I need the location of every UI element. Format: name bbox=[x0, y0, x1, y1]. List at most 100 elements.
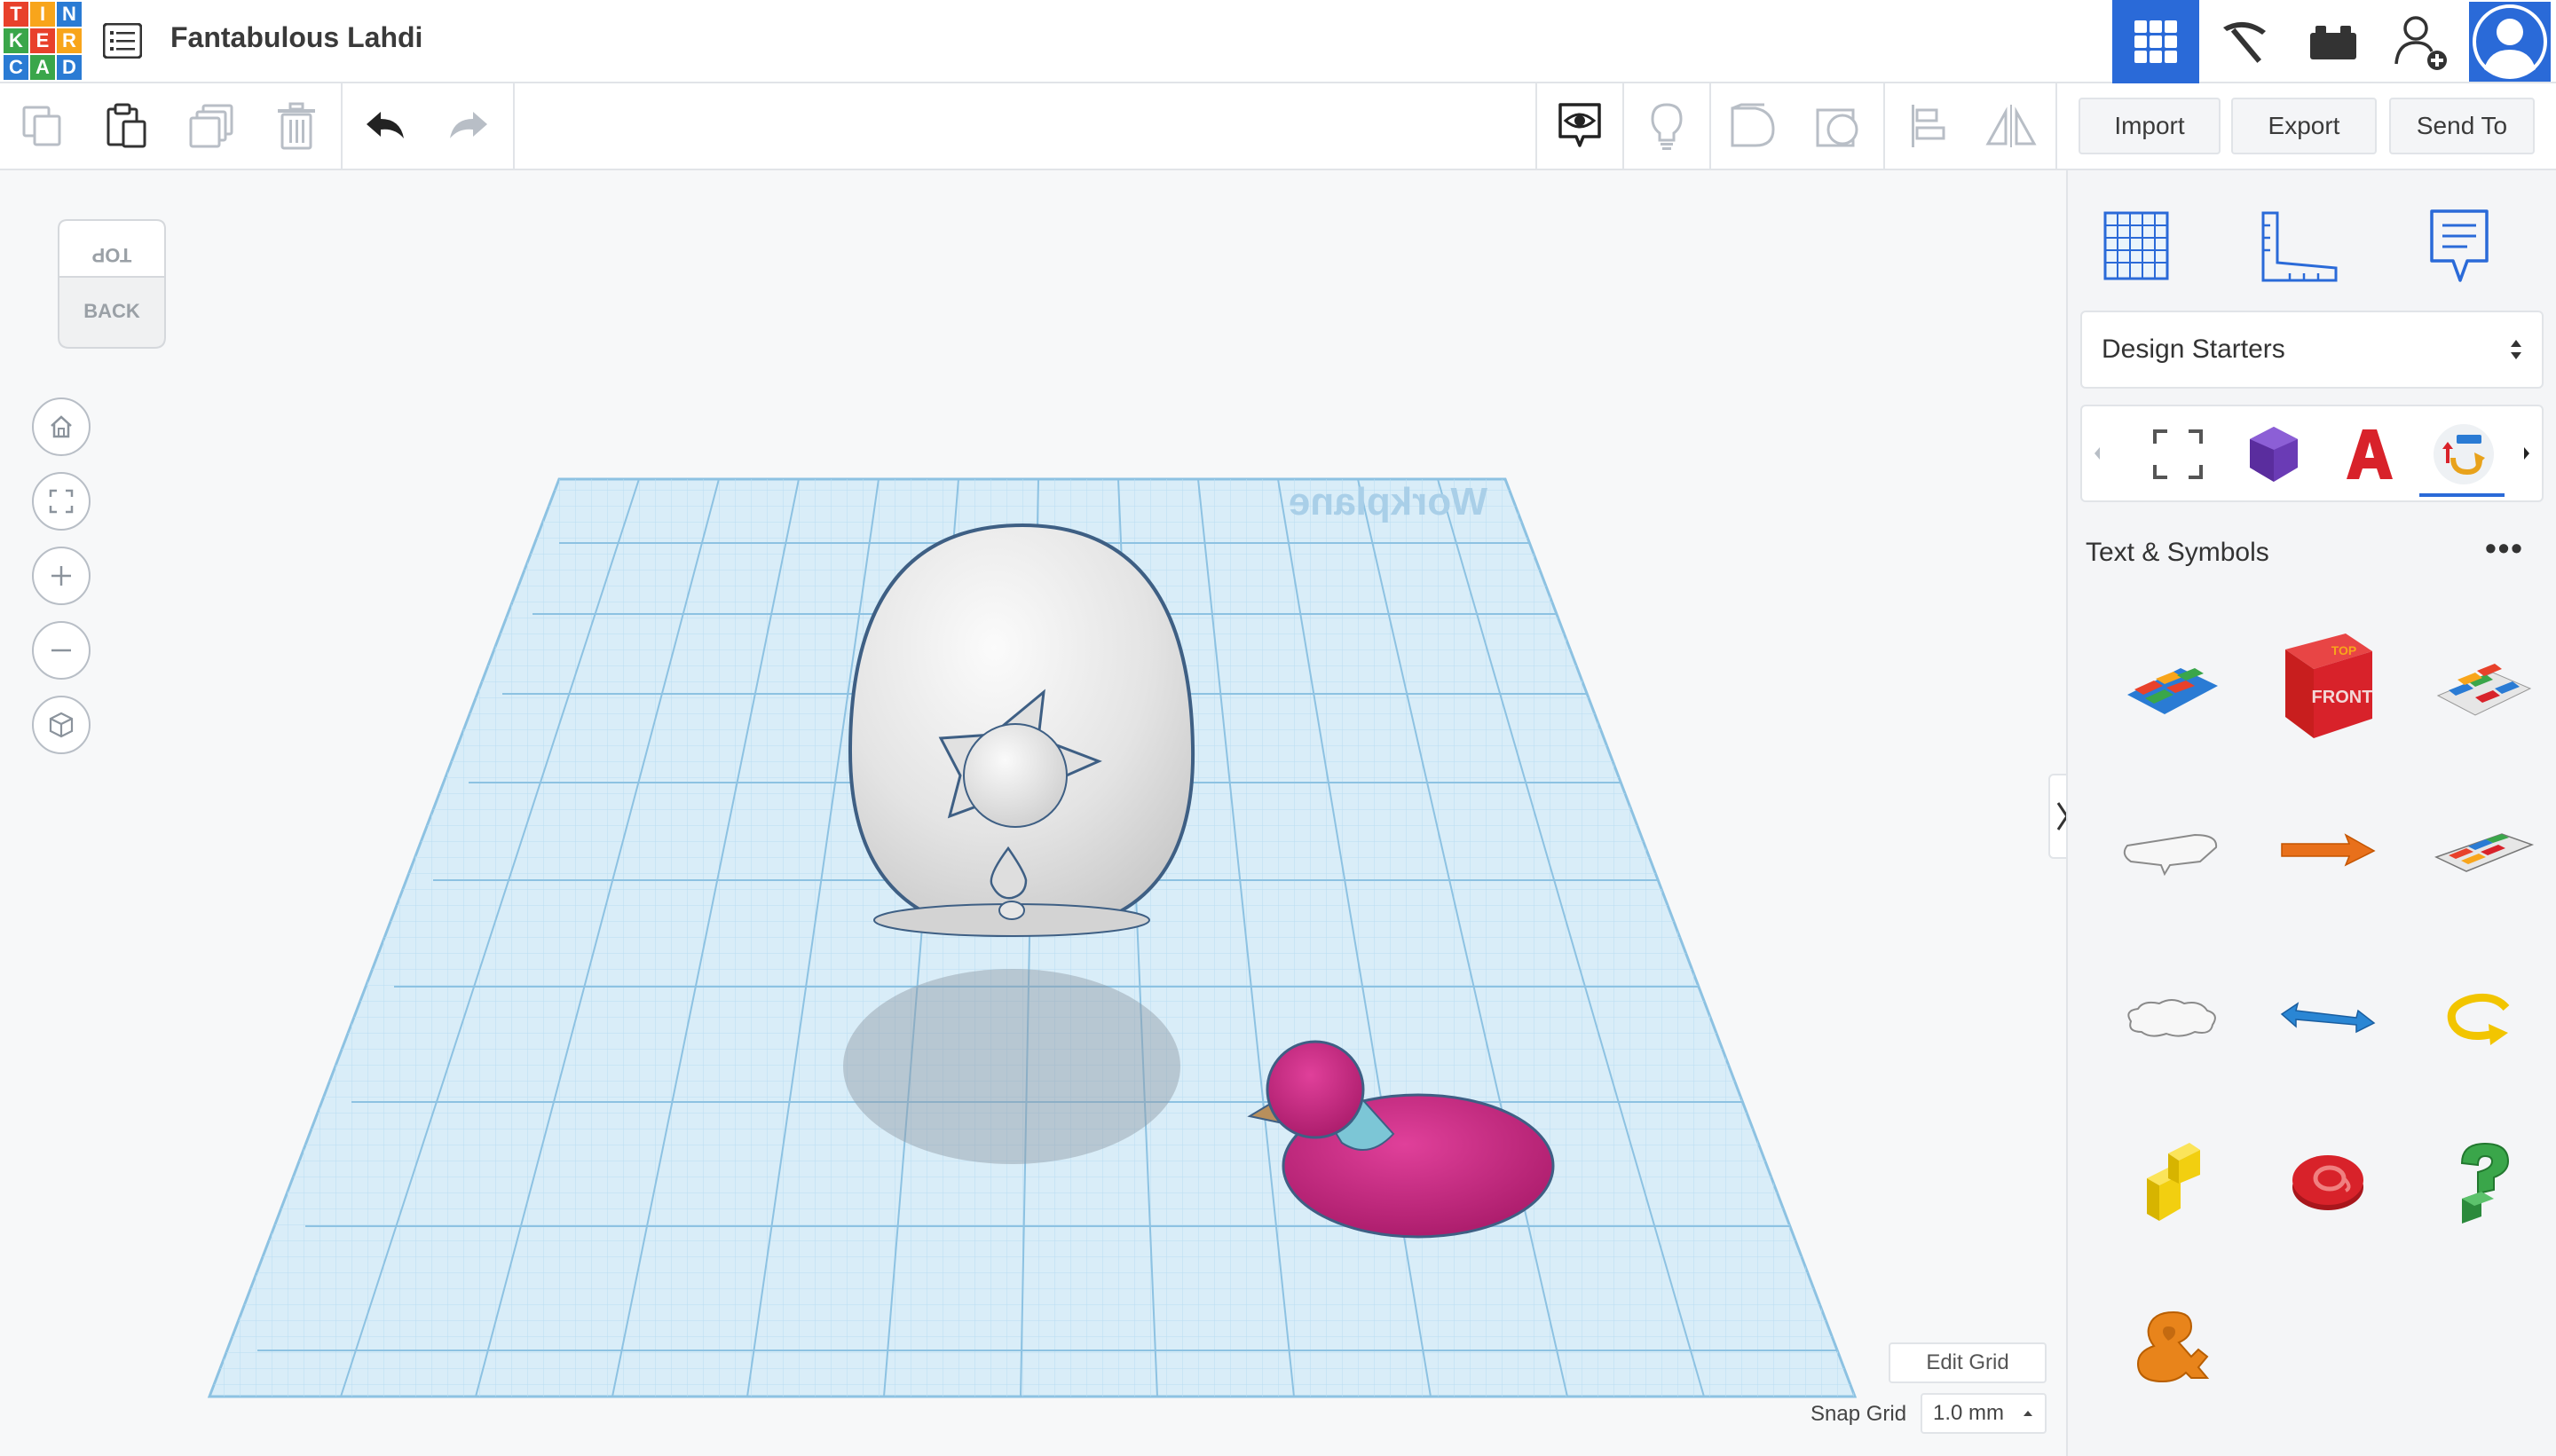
curved-arrow-icon bbox=[2435, 987, 2533, 1049]
toolbar-separator bbox=[1709, 83, 1711, 169]
snap-grid-select[interactable]: 1.0 mm bbox=[1921, 1393, 2047, 1434]
solid-shape-icon bbox=[1729, 103, 1779, 149]
mirror-icon bbox=[1984, 103, 2038, 149]
shape-text-plate[interactable] bbox=[2418, 783, 2551, 916]
workplane-tool-icon bbox=[2100, 208, 2173, 284]
speech-bubble-icon bbox=[2118, 822, 2225, 876]
copy-button[interactable] bbox=[2, 83, 83, 169]
logo-letter: I bbox=[30, 2, 55, 27]
category-basic[interactable] bbox=[2139, 415, 2217, 493]
orange-arrow-icon bbox=[2275, 822, 2381, 876]
align-button[interactable] bbox=[1887, 83, 1968, 169]
hole-shape-button[interactable] bbox=[1798, 83, 1880, 169]
thought-cloud-icon bbox=[2118, 991, 2225, 1044]
perspective-button[interactable] bbox=[32, 696, 91, 754]
tinkercad-logo[interactable]: T I N K E R C A D bbox=[4, 2, 82, 80]
fit-view-button[interactable] bbox=[32, 472, 91, 531]
export-button[interactable]: Export bbox=[2231, 98, 2377, 154]
logo-letter: D bbox=[57, 55, 82, 80]
avatar-icon bbox=[2472, 4, 2548, 80]
bricks-view-button[interactable] bbox=[2290, 0, 2377, 83]
shape-double-arrow[interactable] bbox=[2261, 951, 2394, 1084]
toolbar-separator bbox=[513, 83, 515, 169]
design-title[interactable]: Fantabulous Lahdi bbox=[170, 21, 422, 54]
delete-button[interactable] bbox=[256, 83, 337, 169]
toolbar-separator bbox=[1622, 83, 1624, 169]
category-text[interactable] bbox=[2331, 415, 2409, 493]
carousel-prev-icon[interactable] bbox=[2091, 444, 2103, 463]
zoom-in-icon bbox=[48, 563, 75, 589]
notes-tool-button[interactable] bbox=[2410, 197, 2508, 295]
mirror-button[interactable] bbox=[1970, 83, 2052, 169]
fit-view-icon bbox=[48, 488, 75, 515]
user-avatar[interactable] bbox=[2469, 2, 2551, 82]
invite-user-button[interactable] bbox=[2378, 0, 2465, 83]
home-view-button[interactable] bbox=[32, 397, 91, 456]
workplane-scene[interactable]: Workplane bbox=[0, 170, 2066, 1456]
more-options-button[interactable]: ••• bbox=[2476, 529, 2533, 568]
shape-alphabet-blocks[interactable] bbox=[2418, 619, 2551, 752]
sort-arrows-icon bbox=[2508, 336, 2524, 363]
egg-shape[interactable] bbox=[850, 525, 1193, 936]
shape-front-cube[interactable]: TOP FRONT bbox=[2261, 619, 2394, 752]
view-cube[interactable]: TOP BACK bbox=[53, 215, 170, 357]
egg-shadow bbox=[843, 969, 1180, 1164]
solid-shape-button[interactable] bbox=[1713, 83, 1795, 169]
import-button[interactable]: Import bbox=[2079, 98, 2221, 154]
delete-icon bbox=[276, 102, 317, 150]
shape-at-sign[interactable] bbox=[2261, 1114, 2394, 1247]
category-text-symbols[interactable] bbox=[2425, 415, 2503, 493]
3d-design-view-button[interactable] bbox=[2112, 0, 2199, 83]
category-featured[interactable] bbox=[2235, 415, 2313, 493]
shape-curved-arrow[interactable] bbox=[2418, 951, 2551, 1084]
toolbar-separator bbox=[2055, 83, 2057, 169]
category-carousel bbox=[2080, 405, 2544, 502]
cube-top-text: TOP bbox=[2331, 643, 2357, 657]
selection-icon bbox=[2151, 428, 2205, 481]
ruler-tool-icon bbox=[2260, 209, 2339, 282]
shape-tinkercad-text[interactable] bbox=[2105, 619, 2238, 752]
text-plate-icon bbox=[2431, 818, 2537, 880]
redo-button[interactable] bbox=[428, 83, 509, 169]
shape-yellow-block[interactable] bbox=[2105, 1114, 2238, 1247]
send-to-button[interactable]: Send To bbox=[2389, 98, 2535, 154]
light-bulb-button[interactable] bbox=[1626, 83, 1708, 169]
logo-letter: N bbox=[57, 2, 82, 27]
zoom-in-button[interactable] bbox=[32, 547, 91, 605]
shape-orange-arrow[interactable] bbox=[2261, 783, 2394, 916]
hole-shape-icon bbox=[1814, 103, 1864, 149]
minecraft-view-button[interactable] bbox=[2201, 0, 2288, 83]
workplane-tool-button[interactable] bbox=[2087, 197, 2185, 295]
undo-button[interactable] bbox=[344, 83, 426, 169]
toolbar-separator bbox=[341, 83, 343, 169]
home-view-icon bbox=[48, 413, 75, 440]
viewcube-top-label: TOP bbox=[92, 244, 132, 266]
question-mark-icon bbox=[2444, 1137, 2524, 1225]
rotate-arrow-icon bbox=[2432, 422, 2496, 486]
shape-ampersand[interactable] bbox=[2105, 1279, 2238, 1413]
library-select[interactable]: Design Starters bbox=[2080, 311, 2544, 389]
shape-question-mark[interactable] bbox=[2418, 1114, 2551, 1247]
zoom-out-button[interactable] bbox=[32, 621, 91, 680]
edit-grid-button[interactable]: Edit Grid bbox=[1889, 1342, 2047, 1383]
design-menu-button[interactable] bbox=[99, 18, 146, 64]
ampersand-icon bbox=[2127, 1302, 2216, 1390]
duplicate-button[interactable] bbox=[170, 83, 252, 169]
carousel-next-icon[interactable] bbox=[2520, 444, 2533, 463]
snap-grid-label: Snap Grid bbox=[1810, 1402, 1906, 1427]
shape-speech-bubble[interactable] bbox=[2105, 783, 2238, 916]
grid-view-icon bbox=[2133, 19, 2179, 65]
notes-visibility-icon bbox=[1557, 101, 1603, 151]
front-cube-icon: TOP FRONT bbox=[2275, 628, 2381, 744]
collapse-panel-button[interactable] bbox=[2048, 774, 2066, 859]
library-select-value: Design Starters bbox=[2102, 334, 2285, 365]
3d-workspace[interactable]: Workplane TOP BACK bbox=[0, 170, 2066, 1456]
paste-button[interactable] bbox=[85, 83, 167, 169]
shape-thought-cloud[interactable] bbox=[2105, 951, 2238, 1084]
logo-letter: E bbox=[30, 28, 55, 53]
perspective-icon bbox=[47, 711, 75, 739]
ruler-tool-button[interactable] bbox=[2251, 197, 2348, 295]
notes-visibility-button[interactable] bbox=[1539, 83, 1621, 169]
double-arrow-icon bbox=[2275, 991, 2381, 1044]
snap-grid-value: 1.0 mm bbox=[1933, 1401, 2004, 1426]
